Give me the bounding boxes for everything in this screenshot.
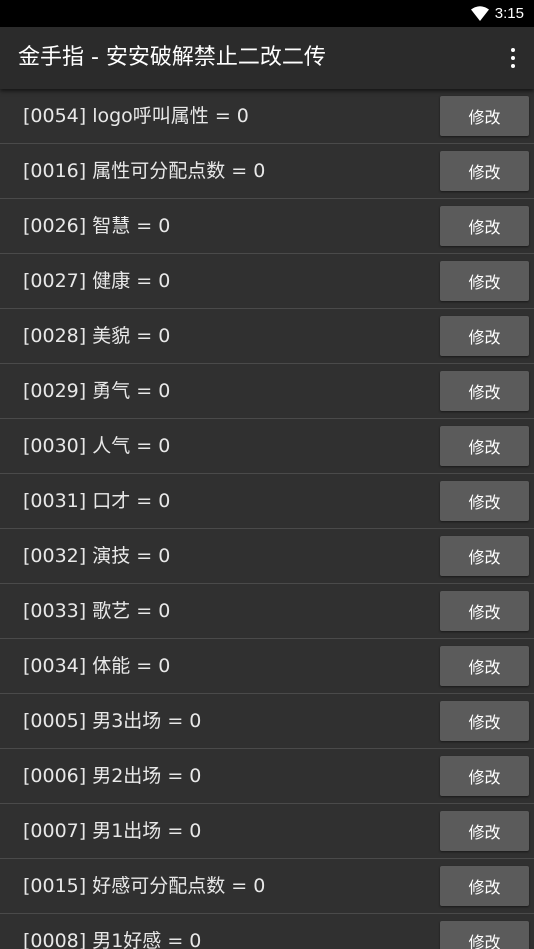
list-item: [0007] 男1出场 = 0 修改 [0,804,534,859]
modify-button[interactable]: 修改 [440,756,529,796]
cheat-list[interactable]: [0054] logo呼叫属性 = 0 修改 [0016] 属性可分配点数 = … [0,89,534,949]
overflow-menu-button[interactable] [502,40,524,76]
modify-button[interactable]: 修改 [440,536,529,576]
wifi-icon [470,6,489,21]
list-item: [0034] 体能 = 0 修改 [0,639,534,694]
item-label: [0008] 男1好感 = 0 [23,930,202,949]
item-label: [0026] 智慧 = 0 [23,215,171,237]
item-label: [0016] 属性可分配点数 = 0 [23,160,266,182]
list-item: [0008] 男1好感 = 0 修改 [0,914,534,949]
list-item: [0016] 属性可分配点数 = 0 修改 [0,144,534,199]
item-label: [0027] 健康 = 0 [23,270,171,292]
item-label: [0005] 男3出场 = 0 [23,710,202,732]
item-label: [0033] 歌艺 = 0 [23,600,171,622]
modify-button[interactable]: 修改 [440,811,529,851]
modify-button[interactable]: 修改 [440,151,529,191]
status-time: 3:15 [494,5,524,22]
modify-button[interactable]: 修改 [440,921,529,949]
item-label: [0007] 男1出场 = 0 [23,820,202,842]
modify-button[interactable]: 修改 [440,261,529,301]
list-item: [0005] 男3出场 = 0 修改 [0,694,534,749]
status-bar: 3:15 [0,0,534,27]
list-item: [0031] 口才 = 0 修改 [0,474,534,529]
status-icons: 3:15 [470,0,524,27]
item-label: [0006] 男2出场 = 0 [23,765,202,787]
list-item: [0054] logo呼叫属性 = 0 修改 [0,89,534,144]
list-item: [0028] 美貌 = 0 修改 [0,309,534,364]
item-label: [0030] 人气 = 0 [23,435,171,457]
item-label: [0015] 好感可分配点数 = 0 [23,875,266,897]
list-item: [0033] 歌艺 = 0 修改 [0,584,534,639]
item-label: [0028] 美貌 = 0 [23,325,171,347]
modify-button[interactable]: 修改 [440,866,529,906]
list-item: [0029] 勇气 = 0 修改 [0,364,534,419]
list-item: [0032] 演技 = 0 修改 [0,529,534,584]
item-label: [0029] 勇气 = 0 [23,380,171,402]
item-label: [0054] logo呼叫属性 = 0 [23,105,249,127]
item-label: [0034] 体能 = 0 [23,655,171,677]
app-title: 金手指 - 安安破解禁止二改二传 [18,45,326,70]
list-item: [0006] 男2出场 = 0 修改 [0,749,534,804]
list-item: [0026] 智慧 = 0 修改 [0,199,534,254]
modify-button[interactable]: 修改 [440,591,529,631]
list-item: [0027] 健康 = 0 修改 [0,254,534,309]
modify-button[interactable]: 修改 [440,316,529,356]
overflow-menu-icon [511,48,515,52]
modify-button[interactable]: 修改 [440,426,529,466]
list-item: [0030] 人气 = 0 修改 [0,419,534,474]
overflow-menu-icon [511,56,515,60]
modify-button[interactable]: 修改 [440,96,529,136]
list-item: [0015] 好感可分配点数 = 0 修改 [0,859,534,914]
modify-button[interactable]: 修改 [440,701,529,741]
overflow-menu-icon [511,64,515,68]
modify-button[interactable]: 修改 [440,646,529,686]
item-label: [0032] 演技 = 0 [23,545,171,567]
modify-button[interactable]: 修改 [440,371,529,411]
item-label: [0031] 口才 = 0 [23,490,171,512]
modify-button[interactable]: 修改 [440,206,529,246]
modify-button[interactable]: 修改 [440,481,529,521]
app-bar: 金手指 - 安安破解禁止二改二传 [0,27,534,89]
